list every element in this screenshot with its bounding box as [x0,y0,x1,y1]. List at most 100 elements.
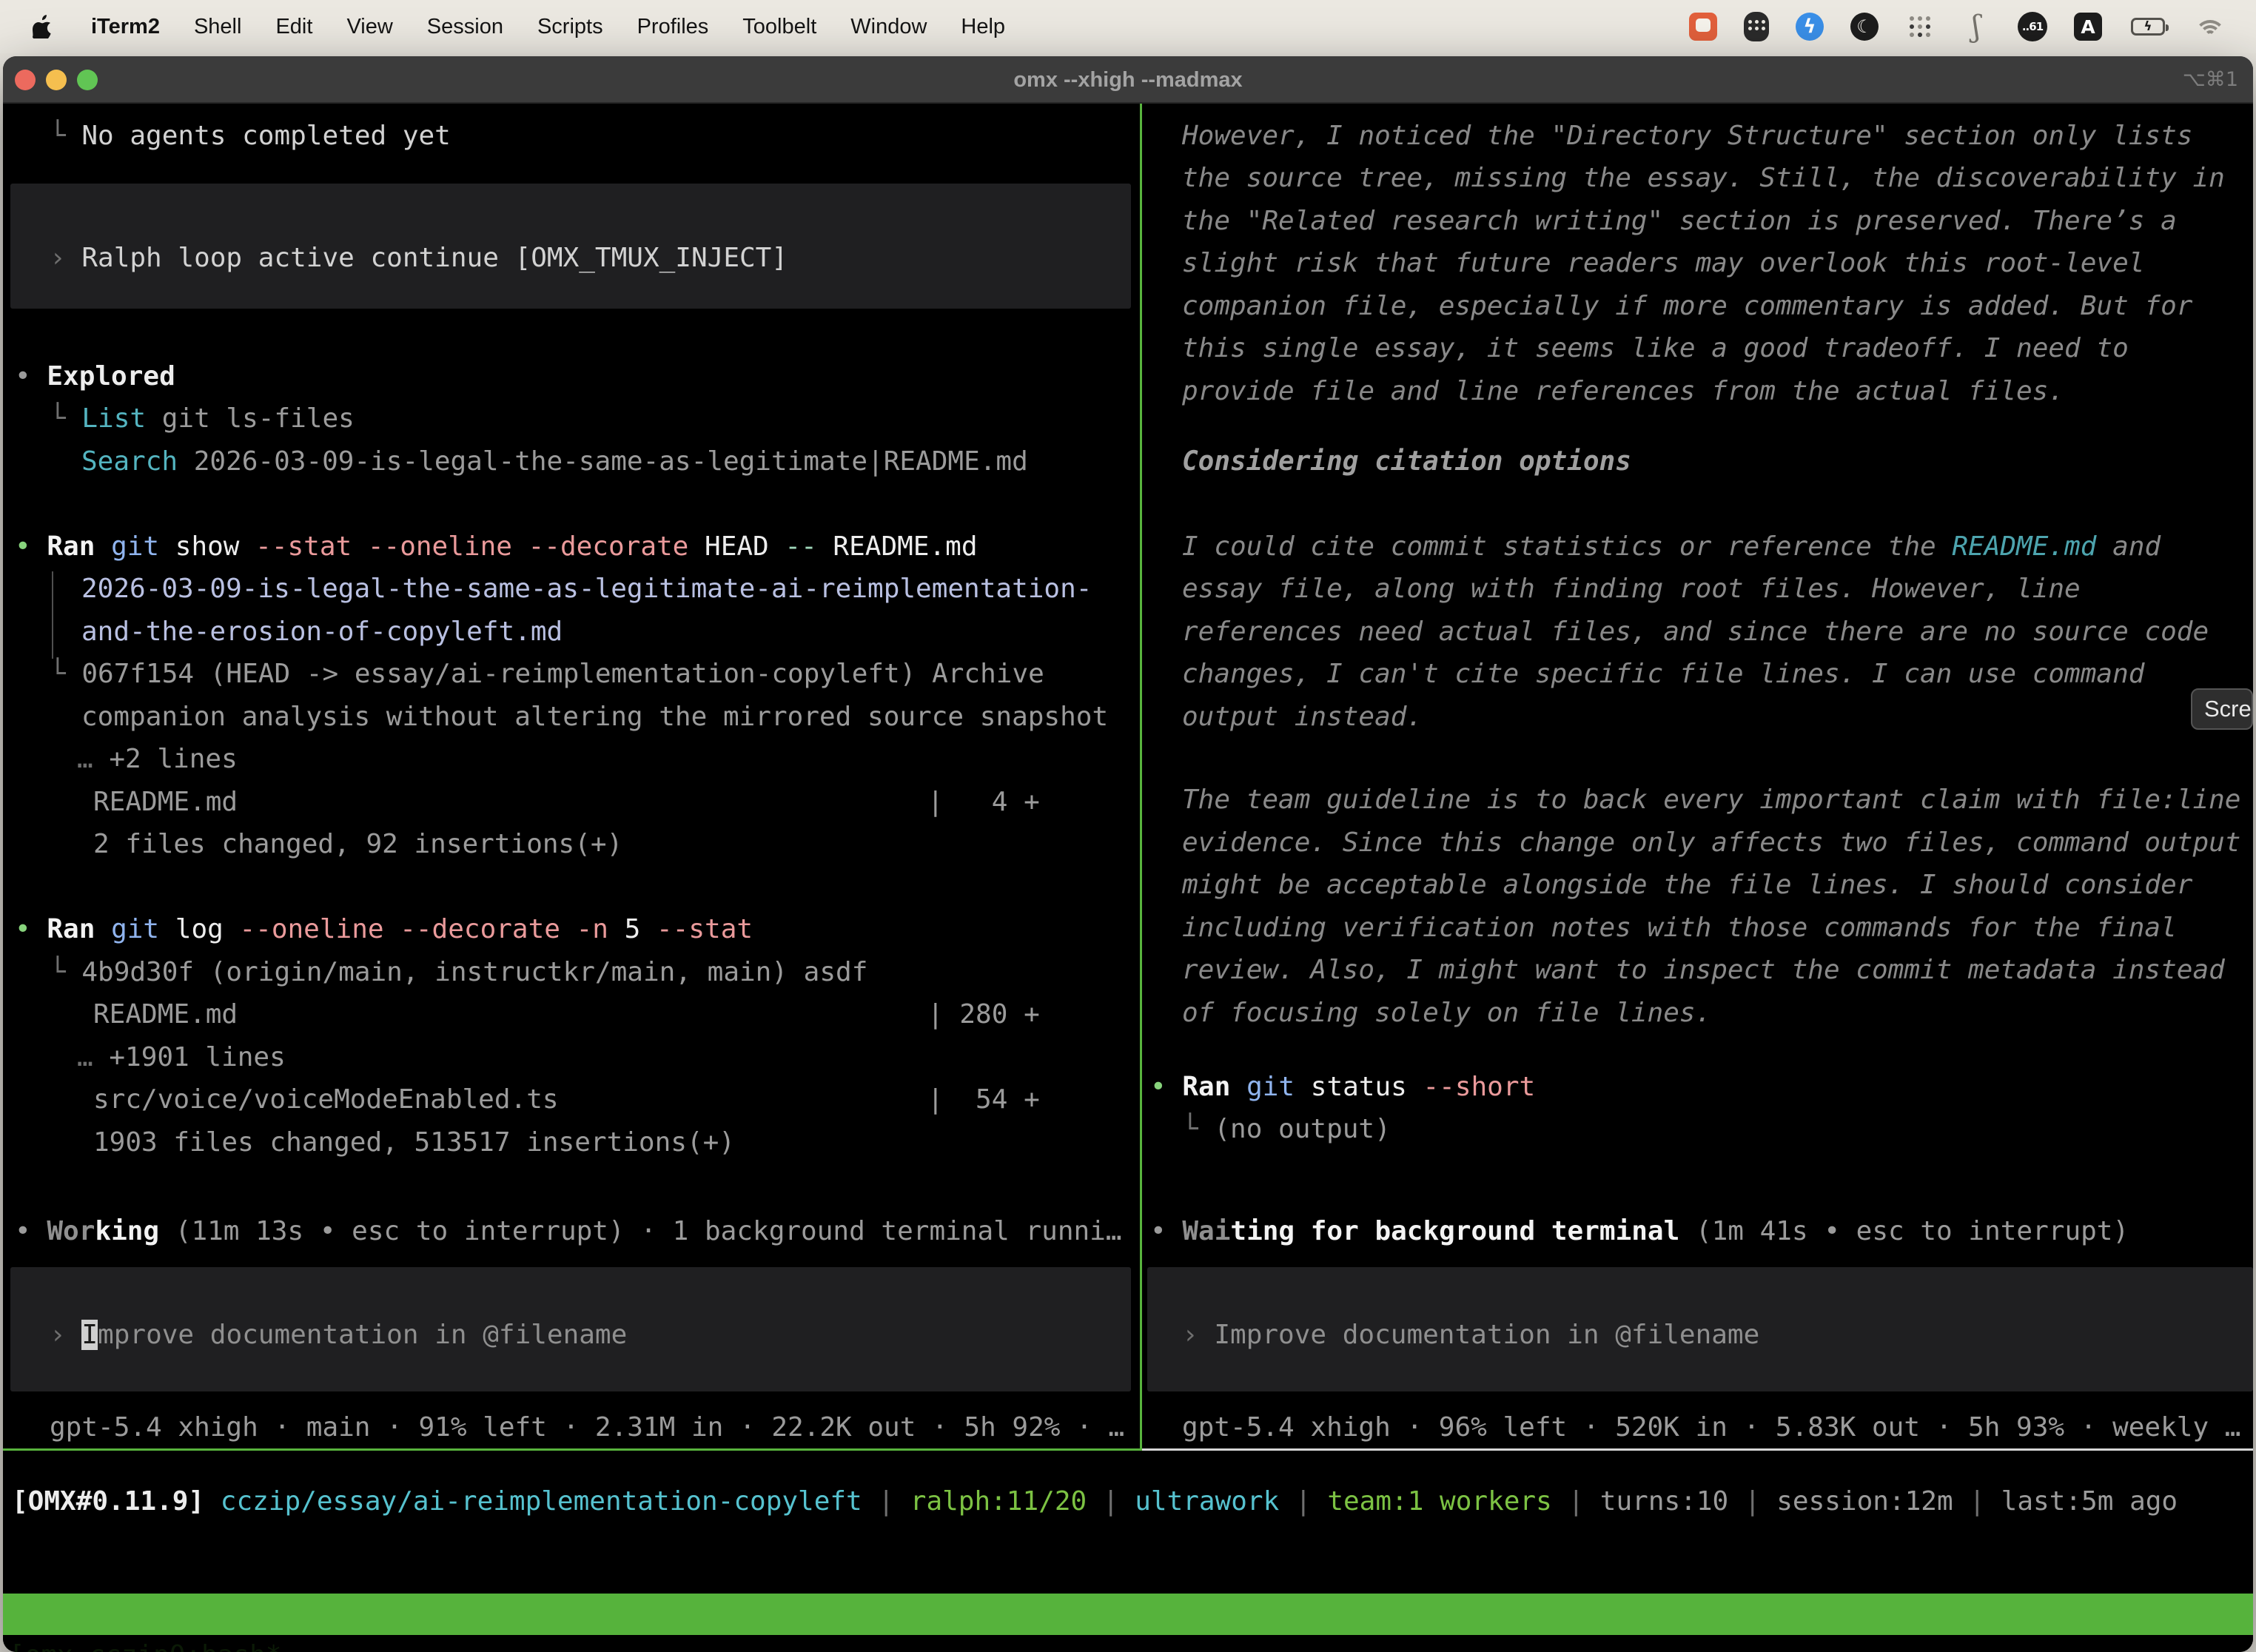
a-app-icon[interactable]: A [2074,13,2102,41]
text-segment: show [159,531,239,562]
text-segment [204,1486,221,1517]
battery-icon[interactable]: ϟ [2129,12,2167,41]
terminal-line: gpt-5.4 xhigh · main · 91% left · 2.31M … [50,1406,1124,1449]
bolt-app-icon[interactable]: ϟ [1796,13,1824,41]
menu-item-toolbelt[interactable]: Toolbelt [742,15,816,39]
text-segment: README.md [1952,531,2096,562]
text-segment: team:1 workers [1327,1486,1551,1517]
terminal-content[interactable]: └ No agents completed yet› Ralph loop ac… [3,104,2253,1652]
text-segment: README.md | 4 + [93,787,1040,817]
terminal-line: the "Related research writing" section i… [1182,200,2177,243]
pane-separator[interactable] [1140,104,1142,1448]
menu-item-edit[interactable]: Edit [275,15,312,39]
text-segment: log [159,914,224,944]
text-segment: 2026-03-09-is-legal-the-same-as-legitima… [178,446,1028,477]
chat-app-icon[interactable] [1689,13,1717,41]
text-segment: Considering citation options [1182,446,1631,477]
window-titlebar[interactable]: omx --xhigh --madmax ⌥⌘1 [3,56,2253,104]
text-segment: • [15,1216,47,1246]
text-segment: 2026-03-09-is-legal-the-same-as-legitima… [81,574,1092,604]
keyboard-shield-icon[interactable] [1744,12,1769,41]
text-segment: └ [50,659,81,689]
terminal-line: provide file and line references from th… [1182,370,2064,413]
terminal-line: • Explored [15,355,175,398]
terminal-line: slight risk that future readers may over… [1182,242,2144,285]
text-segment: … [77,1042,109,1072]
terminal-line: • Ran git show --stat --oneline --decora… [15,526,978,568]
text-segment: Ran [1182,1072,1230,1102]
terminal-line: 2026-03-09-is-legal-the-same-as-legitima… [81,568,1092,611]
terminal-line: › Improve documentation in @filename [1182,1314,1759,1357]
text-segment: gpt-5.4 xhigh · 96% left · 520K in · 5.8… [1182,1412,2240,1443]
text-segment: HEAD [688,531,768,562]
gauge-icon[interactable]: ..61 [2018,12,2047,41]
terminal-line: including verification notes with those … [1182,907,2177,950]
screen-tooltip: Scre [2191,688,2253,730]
text-segment: Ran [47,914,95,944]
terminal-line: • Working (11m 13s • esc to interrupt) ·… [15,1210,1122,1253]
terminal-line: companion analysis without altering the … [81,696,1108,739]
text-segment: I could cite commit statistics or refere… [1182,531,1952,562]
text-segment: (11m 13s • esc to interrupt) · 1 backgro… [159,1216,1121,1246]
terminal-line: output instead. [1182,696,1423,739]
menu-item-window[interactable]: Window [850,15,927,39]
menu-items: iTerm2 Shell Edit View Session Scripts Profile… [91,15,1005,39]
menu-item-profiles[interactable]: Profiles [637,15,709,39]
terminal-line: references need actual files, and since … [1182,611,2209,654]
text-segment: king [95,1216,159,1246]
text-segment: › [50,1320,81,1350]
squiggle-icon[interactable]: ʃ [1961,12,1991,41]
text-segment: git [1230,1072,1295,1102]
text-segment: | [1087,1486,1135,1517]
text-segment: ting for background terminal [1230,1216,1679,1246]
text-segment: turns:10 [1600,1486,1728,1517]
terminal-line: companion file, especially if more comme… [1182,285,2192,328]
menu-item-scripts[interactable]: Scripts [537,15,603,39]
text-segment: | [862,1486,910,1517]
terminal-line: src/voice/voiceModeEnabled.ts | 54 + [93,1078,1040,1121]
terminal-line: └ List git ls-files [50,397,355,440]
text-segment: › [1182,1320,1214,1350]
terminal-line: … +1901 lines [77,1036,286,1079]
menu-item-view[interactable]: View [346,15,392,39]
menu-item-session[interactable]: Session [427,15,503,39]
tree-guide-line [52,571,53,659]
grid-dots-icon[interactable] [1905,12,1935,41]
text-segment: Explored [47,361,175,392]
menu-item-help[interactable]: Help [961,15,1005,39]
text-segment: 4b9d30f (origin/main, instructkr/main, m… [81,957,867,987]
text-segment: this single essay, it seems like a good … [1182,333,2129,363]
terminal-line: review. Also, I might want to inspect th… [1182,949,2225,992]
text-segment: └ [50,957,81,987]
terminal-line: of focusing solely on file lines. [1182,992,1711,1035]
terminal-line: • Waiting for background terminal (1m 41… [1150,1210,2129,1253]
terminal-line: … +2 lines [77,738,238,781]
battery-bolt-glyph: ϟ [2131,18,2165,36]
terminal-line: However, I noticed the "Directory Struct… [1182,115,2192,158]
text-segment: src/voice/voiceModeEnabled.ts | 54 + [93,1084,1040,1115]
text-segment: (no output) [1214,1114,1390,1144]
omx-status-line: [OMX#0.11.9] cczip/essay/ai-reimplementa… [12,1480,2178,1523]
text-segment: --short [1407,1072,1535,1102]
text-segment: including verification notes with those … [1182,913,2177,943]
terminal-line: I could cite commit statistics or refere… [1182,526,2161,568]
text-segment: and [2096,531,2161,562]
menu-item-iterm2[interactable]: iTerm2 [91,15,160,39]
text-segment: Search [81,446,178,477]
text-segment: └ [50,121,81,151]
text-segment: | [1279,1486,1327,1517]
terminal-line: this single essay, it seems like a good … [1182,327,2129,370]
moon-app-icon[interactable]: ☾ [1850,13,1879,41]
terminal-line: Search 2026-03-09-is-legal-the-same-as-l… [81,440,1028,483]
apple-menu-icon[interactable] [33,15,53,38]
terminal-line: • Ran git status --short [1150,1066,1535,1109]
menu-item-shell[interactable]: Shell [194,15,242,39]
terminal-line: └ 4b9d30f (origin/main, instructkr/main,… [50,951,867,994]
text-segment: --stat [640,914,753,944]
terminal-line: the source tree, missing the essay. Stil… [1182,157,2225,200]
terminal-line: and-the-erosion-of-copyleft.md [81,611,563,654]
terminal-line: └ 067f154 (HEAD -> essay/ai-reimplementa… [50,653,1044,696]
wifi-icon[interactable] [2194,14,2226,39]
terminal-line: › Improve documentation in @filename [50,1314,627,1357]
text-segment: 067f154 (HEAD -> essay/ai-reimplementati… [81,659,1044,689]
